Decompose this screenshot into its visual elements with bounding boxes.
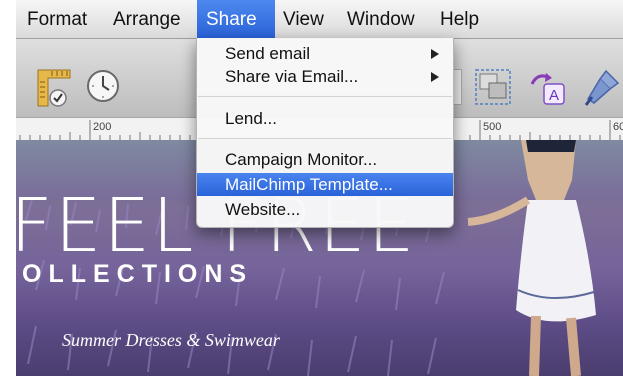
ruler-label-600: 60 (613, 121, 623, 133)
menu-separator (198, 96, 452, 97)
menu-view[interactable]: View (274, 0, 333, 38)
menu-bar: Format Arrange Share View Window Help (16, 0, 623, 39)
menu-window[interactable]: Window (338, 0, 424, 38)
menu-item-send-email[interactable]: Send email (197, 42, 453, 65)
menu-help[interactable]: Help (431, 0, 488, 38)
hero-subheadline: OLLECTIONS (22, 260, 254, 288)
menu-item-label: Lend... (225, 109, 277, 128)
group-icon[interactable] (474, 68, 512, 106)
ruler-check-icon[interactable] (36, 68, 72, 108)
menu-item-lend[interactable]: Lend... (197, 107, 453, 130)
menu-item-label: Campaign Monitor... (225, 150, 378, 169)
hero-tagline: Summer Dresses & Swimwear (62, 330, 280, 350)
menu-arrange[interactable]: Arrange (104, 0, 190, 38)
menu-separator (198, 138, 452, 139)
svg-text:A: A (549, 87, 559, 104)
app-screen: Format Arrange Share View Window Help A … (0, 0, 623, 376)
menu-format[interactable]: Format (18, 0, 96, 38)
submenu-arrow-icon (431, 72, 439, 82)
brush-icon[interactable] (584, 67, 622, 107)
menu-item-label: Send email (225, 44, 311, 63)
ruler-label-200: 200 (93, 121, 112, 133)
menu-item-website[interactable]: Website... (197, 198, 453, 221)
menu-item-mailchimp-template[interactable]: MailChimp Template... (197, 173, 453, 196)
menu-item-label: MailChimp Template... (225, 175, 393, 194)
menu-item-campaign-monitor[interactable]: Campaign Monitor... (197, 148, 453, 171)
share-menu: Send email Share via Email... Lend... Ca… (196, 38, 454, 228)
clock-icon[interactable] (86, 69, 120, 103)
menu-item-label: Website... (225, 200, 301, 219)
menu-share[interactable]: Share (197, 0, 275, 38)
menu-item-label: Share via Email... (225, 67, 359, 86)
ruler-label-500: 500 (483, 121, 502, 133)
menu-item-share-via-email[interactable]: Share via Email... (197, 65, 453, 88)
submenu-arrow-icon (431, 49, 439, 59)
text-style-icon[interactable]: A (528, 68, 568, 106)
